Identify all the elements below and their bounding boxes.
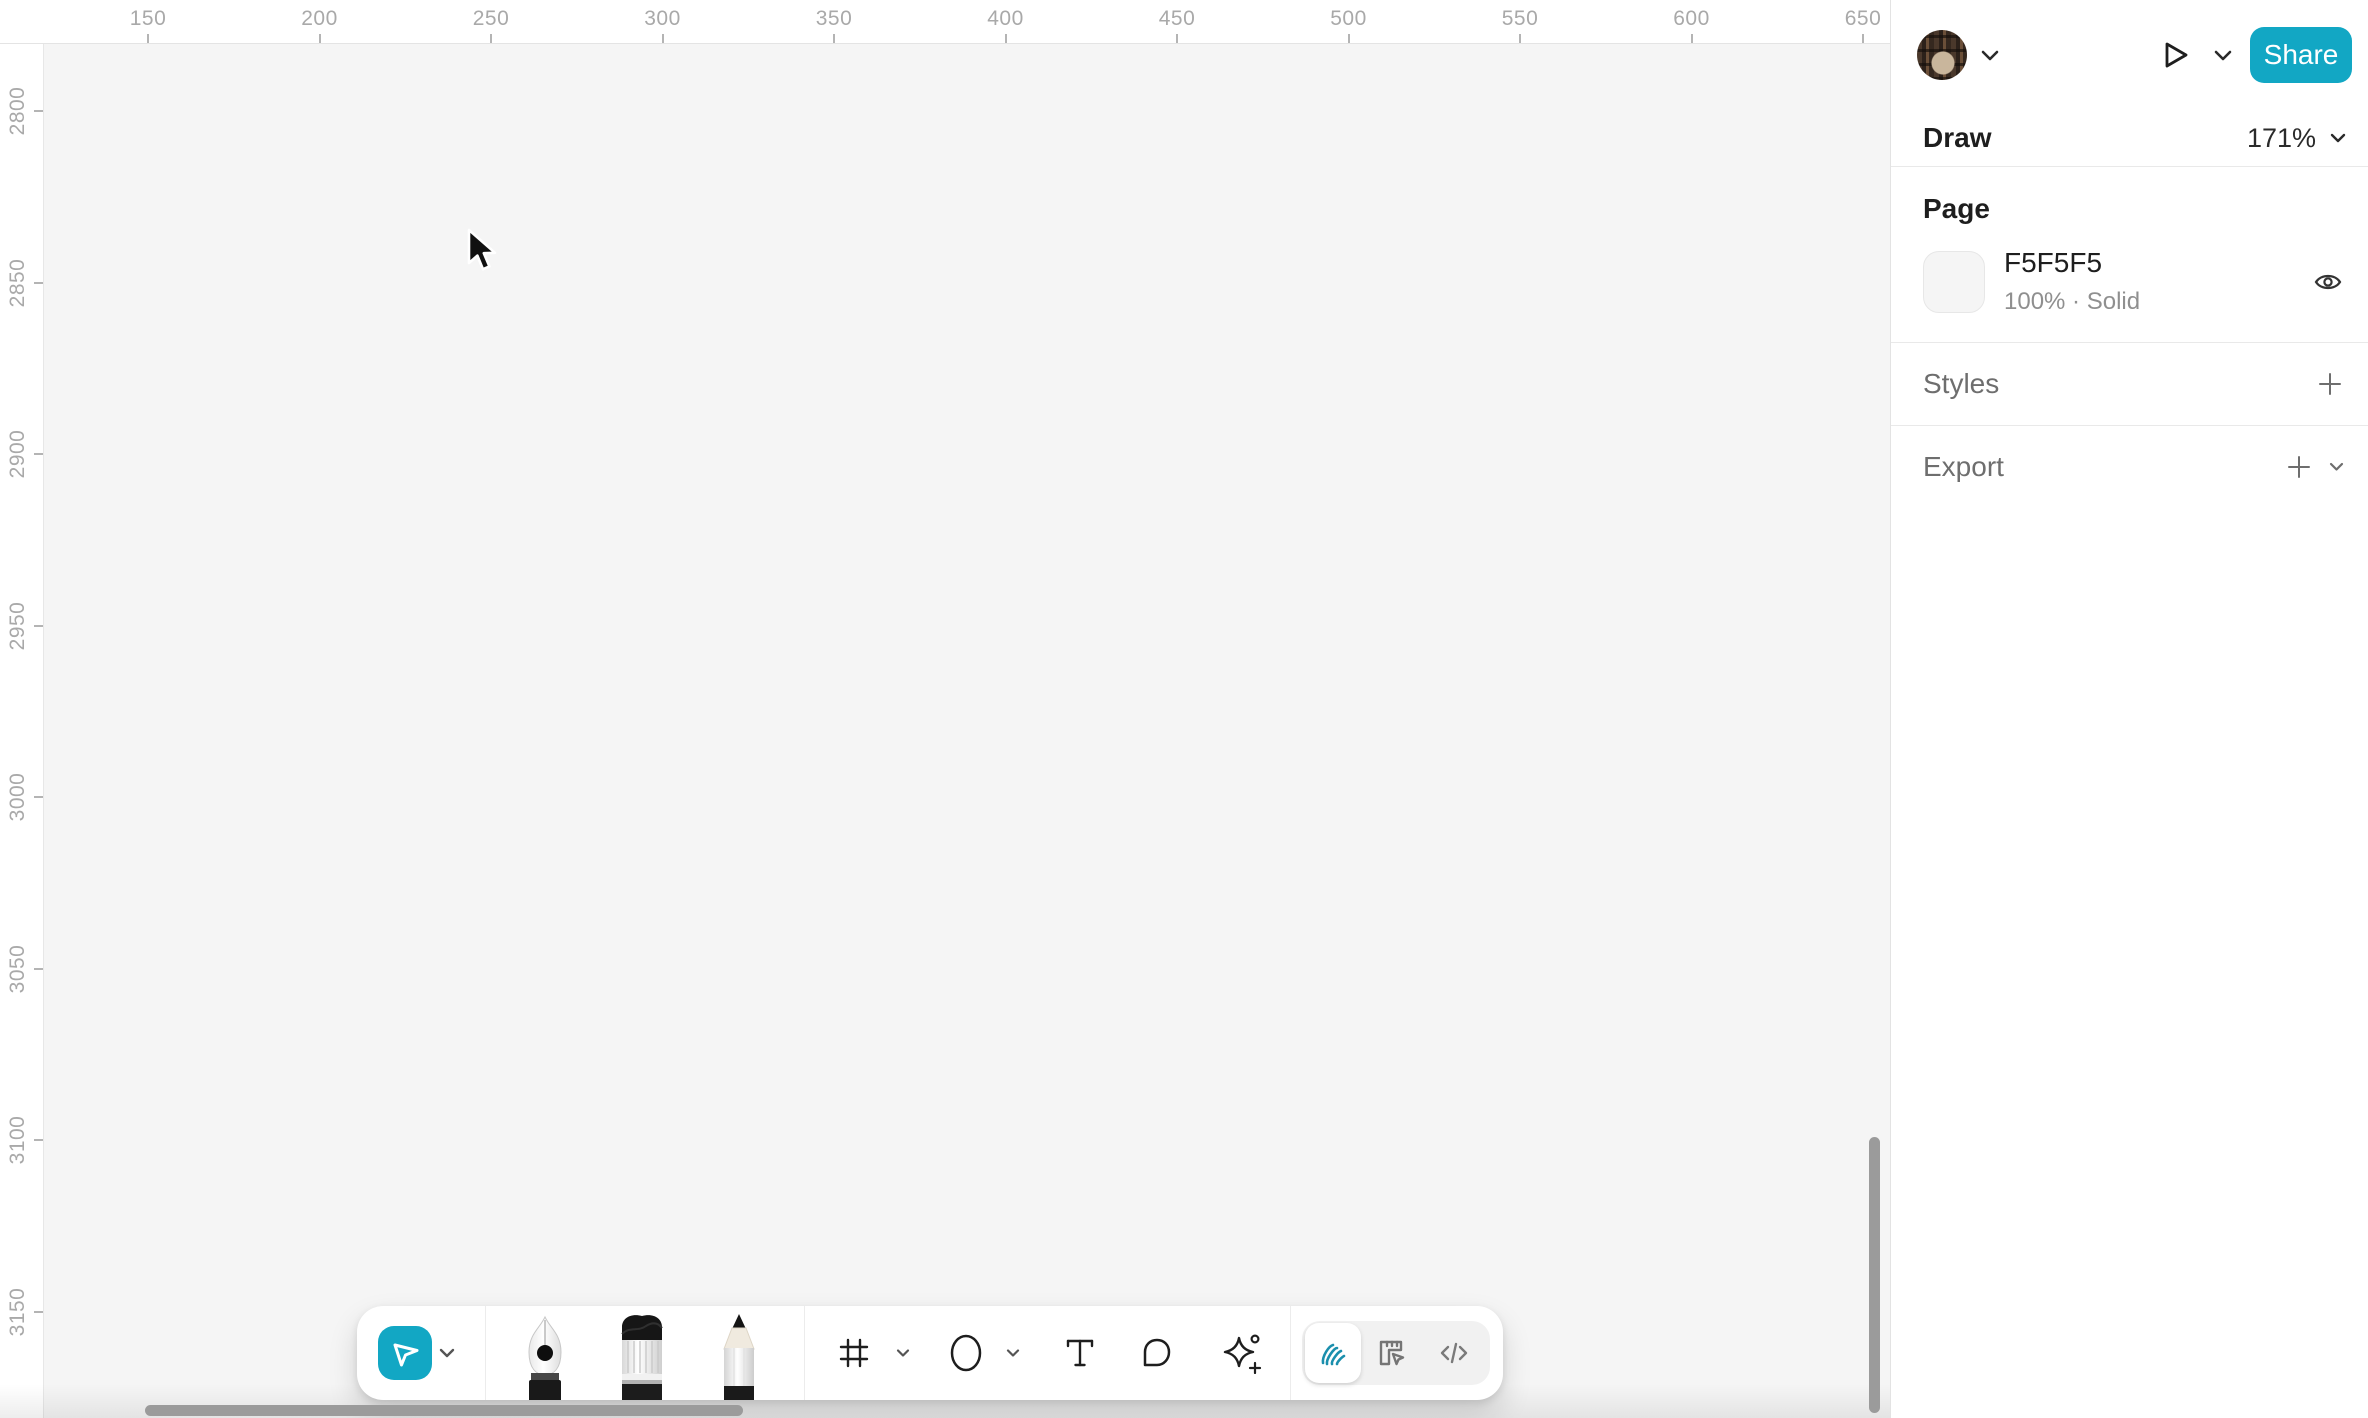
canvas[interactable]: 150200250300350400450500550600650 280028…: [0, 0, 1890, 1418]
share-button[interactable]: Share: [2250, 27, 2352, 83]
ruler-left-tick: [34, 968, 43, 970]
ruler-top-label: 250: [473, 7, 510, 31]
ruler-left-label: 3150: [6, 1287, 30, 1336]
ruler-top: 150 200 250 300 350 400 450 500 550 600 650: [0, 0, 1890, 44]
ruler-top-tick: [662, 34, 664, 43]
ruler-left-label: 2950: [6, 601, 30, 650]
draw-scribble-icon: [1316, 1336, 1350, 1370]
fill-color-swatch[interactable]: [1923, 251, 1985, 313]
ruler-top-label: 550: [1502, 7, 1539, 31]
account-chevron-icon[interactable]: [1981, 50, 1999, 61]
dev-code-icon: [1437, 1336, 1471, 1370]
ruler-top-label: 350: [816, 7, 853, 31]
avatar[interactable]: [1917, 30, 1967, 80]
page-fill-row[interactable]: F5F5F5 100% · Solid: [1891, 247, 2368, 316]
ruler-left-tick: [34, 282, 43, 284]
brush-tool[interactable]: [612, 1310, 672, 1400]
pencil-tool[interactable]: [711, 1312, 767, 1400]
export-section-title: Export: [1923, 451, 2004, 483]
ruler-top-label: 150: [130, 7, 167, 31]
ruler-top-label: 500: [1330, 7, 1367, 31]
ruler-left-tick: [34, 110, 43, 112]
export-section: Export: [1891, 426, 2368, 508]
ruler-top-tick: [1005, 34, 1007, 43]
ruler-top-label: 450: [1159, 7, 1196, 31]
mode-label: Draw: [1923, 122, 1991, 154]
ruler-left-label: 2800: [6, 87, 30, 136]
ruler-left-tick: [34, 1139, 43, 1141]
ellipse-tool-icon[interactable]: [948, 1332, 984, 1374]
ruler-left: 2800 2850 2900 2950 3000 3050 3100 3150: [0, 0, 44, 1418]
measure-ruler-icon: [1375, 1336, 1409, 1370]
styles-section-title: Styles: [1923, 368, 1999, 400]
toolbar-divider: [804, 1306, 805, 1400]
ruler-top-label: 600: [1673, 7, 1710, 31]
zoom-value: 171%: [2247, 123, 2316, 154]
toolbar-divider: [485, 1306, 486, 1400]
ruler-top-label: 400: [987, 7, 1024, 31]
comment-bubble-icon[interactable]: [1137, 1334, 1175, 1372]
frame-tool-chevron-icon[interactable]: [896, 1349, 910, 1358]
page-section: Page F5F5F5 100% · Solid: [1891, 167, 2368, 342]
ruler-left-label: 3050: [6, 944, 30, 993]
ruler-top-tick: [1862, 34, 1864, 43]
ruler-top-tick: [147, 34, 149, 43]
present-play-icon[interactable]: [2162, 40, 2190, 70]
ruler-left-tick: [34, 1311, 43, 1313]
ruler-left-label: 3100: [6, 1116, 30, 1165]
ruler-top-tick: [1519, 34, 1521, 43]
ruler-left-tick: [34, 453, 43, 455]
fill-hex-value[interactable]: F5F5F5: [2004, 247, 2140, 279]
ruler-top-tick: [1176, 34, 1178, 43]
frame-tool-icon[interactable]: [836, 1335, 872, 1371]
ruler-left-tick: [34, 796, 43, 798]
ruler-top-tick: [1348, 34, 1350, 43]
fill-visibility-eye-icon[interactable]: [2312, 269, 2344, 295]
page-section-title: Page: [1923, 193, 1990, 225]
pen-nib-tool[interactable]: [517, 1314, 573, 1400]
toolbar-divider: [1290, 1306, 1291, 1400]
add-style-plus-icon[interactable]: [2316, 370, 2344, 398]
draw-mode-button[interactable]: [1305, 1323, 1361, 1383]
ruler-top-tick: [490, 34, 492, 43]
fill-opacity-blend: 100% · Solid: [2004, 288, 2140, 316]
zoom-chevron-icon: [2330, 133, 2346, 143]
select-tool-button[interactable]: [378, 1326, 432, 1380]
ruler-top-label: 300: [644, 7, 681, 31]
ruler-top-tick: [833, 34, 835, 43]
right-sidebar: Share Draw 171% Page F5F5F5 100% · Solid: [1890, 0, 2368, 1418]
ruler-left-tick: [34, 625, 43, 627]
vertical-scrollbar[interactable]: [1869, 1137, 1880, 1413]
text-tool-icon[interactable]: [1061, 1334, 1099, 1372]
bottom-toolbar: [357, 1306, 1503, 1400]
add-export-plus-icon[interactable]: [2285, 453, 2313, 481]
mode-switch-group: [1302, 1321, 1490, 1385]
select-cursor-icon: [388, 1336, 422, 1370]
styles-section: Styles: [1891, 343, 2368, 425]
mouse-cursor-icon: [467, 228, 507, 274]
ellipse-tool-chevron-icon[interactable]: [1006, 1349, 1020, 1358]
ruler-left-label: 3000: [6, 773, 30, 822]
select-tool-chevron-icon[interactable]: [439, 1348, 455, 1358]
ruler-top-tick: [1691, 34, 1693, 43]
present-chevron-icon[interactable]: [2214, 50, 2232, 61]
measure-mode-button[interactable]: [1361, 1321, 1423, 1385]
dev-mode-button[interactable]: [1423, 1321, 1485, 1385]
sparkle-ai-icon[interactable]: [1220, 1332, 1262, 1374]
ruler-left-label: 2850: [6, 258, 30, 307]
horizontal-scrollbar[interactable]: [145, 1405, 743, 1416]
ruler-top-tick: [319, 34, 321, 43]
zoom-control[interactable]: 171%: [2247, 123, 2346, 154]
export-chevron-icon[interactable]: [2329, 462, 2344, 472]
ruler-left-label: 2900: [6, 430, 30, 479]
ruler-top-label: 650: [1845, 7, 1882, 31]
ruler-top-label: 200: [301, 7, 338, 31]
